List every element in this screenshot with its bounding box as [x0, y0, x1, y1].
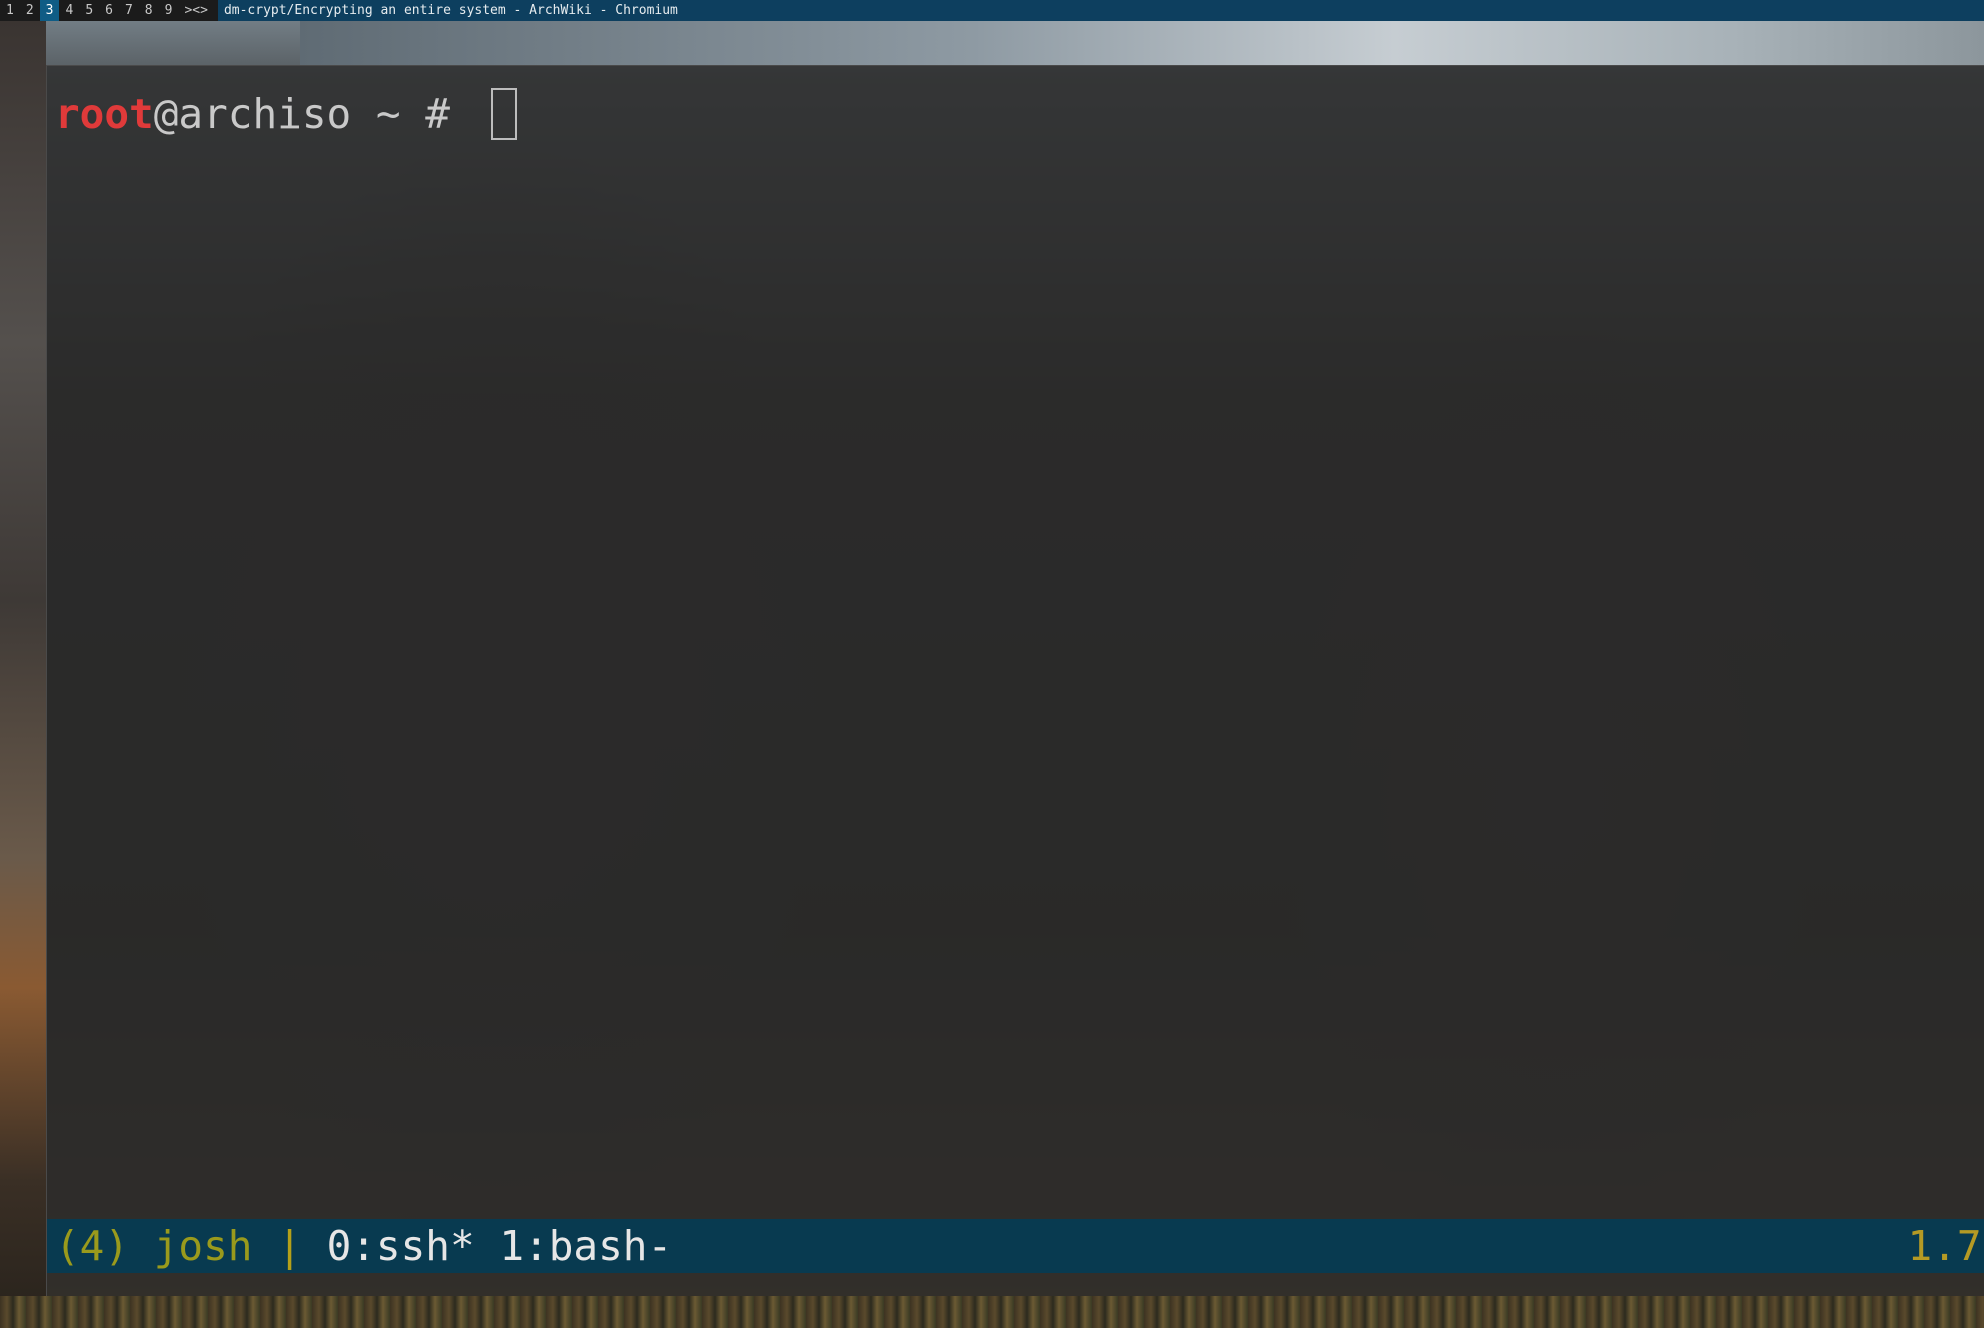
prompt-host: @archiso [153, 90, 352, 138]
tmux-user: josh [153, 1222, 253, 1270]
workspace-button-1[interactable]: 1 [0, 0, 20, 21]
tmux-session-count: (4) [55, 1222, 130, 1270]
workspace-button-4[interactable]: 4 [59, 0, 79, 21]
tmux-window-1[interactable]: 1:bash- [499, 1219, 672, 1273]
workspace-button-2[interactable]: 2 [20, 0, 40, 21]
wallpaper-foliage [0, 1296, 1984, 1328]
workspace-button-9[interactable]: 9 [159, 0, 179, 21]
workspace-list: 1 2 3 4 5 6 7 8 9 ><> [0, 0, 218, 21]
text-cursor [490, 88, 517, 140]
focused-window-title: dm-crypt/Encrypting an entire system - A… [223, 3, 678, 18]
tmux-status-bar: (4) josh | 0:ssh* 1:bash- 1.72 1.2 [47, 1219, 1984, 1273]
i3-top-bar: 1 2 3 4 5 6 7 8 9 ><> dm-crypt/Encryptin… [0, 0, 1984, 21]
tmux-load-average: 1.72 1.2 [1907, 1222, 1984, 1270]
layout-indicator: ><> [184, 3, 208, 18]
workspace-button-8[interactable]: 8 [139, 0, 159, 21]
workspace-button-5[interactable]: 5 [79, 0, 99, 21]
workspace-button-6[interactable]: 6 [99, 0, 119, 21]
terminal-window[interactable]: root @archiso ~ # (4) josh | 0:ssh* 1:bas… [46, 65, 1984, 1296]
shell-prompt: root @archiso ~ # [55, 88, 517, 140]
wallpaper-cliff [0, 20, 46, 1310]
prompt-path-symbol: ~ # [351, 90, 475, 138]
tmux-window-0[interactable]: 0:ssh* [327, 1219, 475, 1273]
prompt-user: root [55, 90, 154, 138]
workspace-button-7[interactable]: 7 [119, 0, 139, 21]
tmux-separator: | [277, 1222, 302, 1270]
wallpaper-sky [300, 20, 1984, 66]
workspace-button-3[interactable]: 3 [39, 0, 60, 21]
